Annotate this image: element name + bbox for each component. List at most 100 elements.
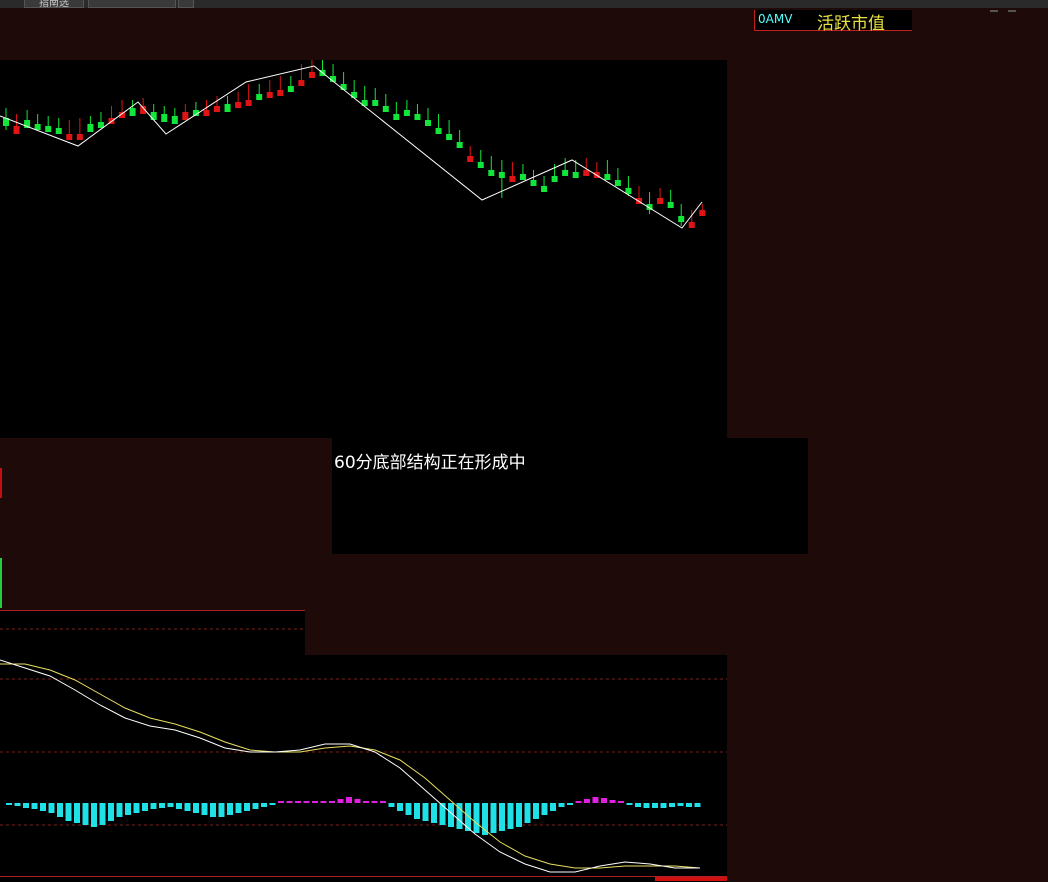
macd-bar [686,803,692,807]
candle [256,94,263,100]
macd-bar [414,803,420,819]
candle [551,176,558,182]
candle [372,100,379,106]
candle [446,134,453,140]
macd-bar [269,803,276,805]
candle [509,176,516,182]
macd-bar [643,803,650,808]
macd-bar [371,801,378,803]
date-highlight [655,877,727,881]
candle [403,110,410,116]
macd-bar [592,797,599,803]
candle [488,170,495,176]
tab-second[interactable] [88,0,176,8]
macd-bar [431,803,437,823]
candle [614,180,621,186]
candle [266,92,273,98]
macd-bar [184,803,191,811]
macd-bar [660,803,667,808]
macd-bar [473,803,480,833]
macd-bar [516,803,522,827]
indicator-title-panel [0,610,305,656]
candle [55,128,62,134]
indicator-value-label: 活跃市值 [817,14,885,34]
tab-third[interactable] [178,0,194,8]
tab-label: 指南选 [39,0,69,9]
macd-bar [159,803,165,808]
macd-bar [82,803,89,825]
macd-bar [176,803,182,809]
macd-bar [74,803,80,823]
macd-bar [524,803,531,823]
candle [171,116,178,124]
candle [699,210,706,216]
macd-bar [601,798,607,803]
macd-bar [567,803,573,805]
macd-bar [99,803,106,825]
candle [467,156,474,162]
candle [519,174,526,180]
macd-bar [465,803,471,831]
indicator-header[interactable]: 0AMV 活跃市值 [754,10,912,34]
macd-bar [286,801,293,803]
macd-bar [14,803,21,806]
macd-bar [31,803,38,809]
macd-bar [499,803,505,831]
candle [562,170,569,176]
macd-bar [235,803,242,813]
candle [214,106,220,112]
candle [34,124,41,130]
candle [245,100,252,106]
candle [456,142,463,148]
macd-bar [609,800,616,803]
macd-bar [388,803,395,807]
macd-bar [108,803,114,821]
candle [235,102,242,108]
dif-line [0,659,700,873]
candle [572,172,579,178]
macd-bar [91,803,97,827]
candle [425,120,431,126]
time-axis [0,876,727,882]
macd-bar [167,803,174,807]
candle [13,126,20,134]
macd-bar [150,803,157,809]
macd-chart [0,659,727,873]
signal-message-panel: 60分底部结构正在形成中 [332,438,808,554]
indicator-name: 0AMV [758,12,793,26]
tab-zhinanxuan[interactable]: 指南选 [24,0,84,9]
macd-bar [201,803,208,815]
macd-bar [337,799,344,803]
price-chart-panel[interactable] [0,60,727,438]
candle [393,114,400,120]
dea-line [0,663,701,869]
candle [435,128,442,134]
macd-bar [363,801,369,803]
candle [277,90,284,96]
window-controls[interactable] [990,10,1024,14]
macd-bar [422,803,429,821]
macd-bar [57,803,63,817]
candle [45,126,52,132]
candle [498,172,505,178]
macd-bar [193,803,199,813]
macd-bar [252,803,259,809]
candle [66,134,73,140]
macd-bar [320,801,327,803]
macd-bar [550,803,556,811]
macd-bar [65,803,72,821]
macd-bar [142,803,148,811]
candle [150,112,157,120]
macd-bar [261,803,267,807]
macd-bar [397,803,403,811]
candle [688,222,695,228]
macd-bar [558,803,565,807]
candle [203,110,210,116]
candle [477,162,484,168]
macd-bar [210,803,216,817]
candle [583,170,590,176]
zigzag-line [0,65,703,229]
macd-bar [584,799,590,803]
macd-bar [278,801,284,803]
macd-panel[interactable] [0,655,727,877]
